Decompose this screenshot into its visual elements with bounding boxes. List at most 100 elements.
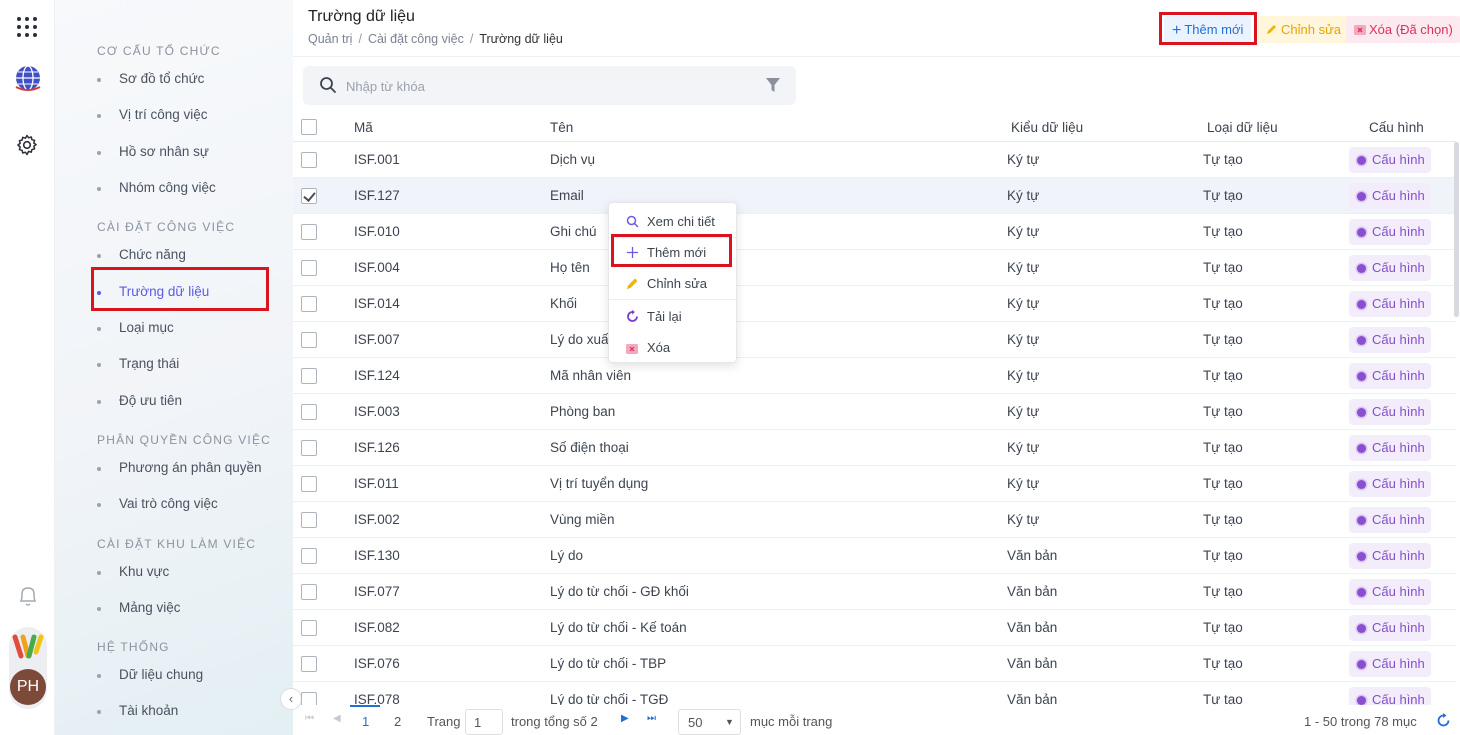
sidebar-item-ho-so-nhan-su[interactable]: Hồ sơ nhân sự (97, 144, 209, 159)
table-row[interactable]: ISF.124 Mã nhân viên Ký tự Tự tạo Cấu hình (293, 358, 1456, 394)
table-row[interactable]: ISF.082 Lý do từ chối - Kế toán Văn bản Tự … (293, 610, 1456, 646)
row-checkbox[interactable] (301, 512, 317, 528)
table-row[interactable]: ISF.001 Dịch vụ Ký tự Tự tạo Cấu hình (293, 142, 1456, 178)
config-button[interactable]: Cấu hình (1349, 615, 1431, 641)
context-menu-reload[interactable]: Tải lại (609, 301, 736, 332)
breadcrumb-item[interactable]: Cài đặt công việc (368, 32, 464, 46)
config-dot-icon (1357, 156, 1366, 165)
table-row[interactable]: ISF.003 Phòng ban Ký tự Tự tạo Cấu hình (293, 394, 1456, 430)
table-row[interactable]: ISF.130 Lý do Văn bản Tự tạo Cấu hình (293, 538, 1456, 574)
config-button[interactable]: Cấu hình (1349, 687, 1431, 705)
config-button[interactable]: Cấu hình (1349, 507, 1431, 533)
row-checkbox[interactable] (301, 620, 317, 636)
first-page-icon[interactable]: ⏮ (305, 713, 314, 724)
app-rail: PH (0, 0, 55, 735)
cell-data-type: Ký tự (1007, 512, 1040, 527)
table-row[interactable]: ISF.010 Ghi chú Ký tự Tự tạo Cấu hình (293, 214, 1456, 250)
sidebar-item-trang-thai[interactable]: Trạng thái (96, 356, 179, 371)
page-number[interactable]: 2 (394, 714, 401, 729)
sidebar-item-chuc-nang[interactable]: Chức năng (97, 247, 186, 262)
table-row[interactable]: ISF.004 Họ tên Ký tự Tự tạo Cấu hình (293, 250, 1456, 286)
sidebar-item-mang-viec[interactable]: Mảng việc (97, 600, 181, 615)
sidebar-item-nhom-cong-viec[interactable]: Nhóm công việc (97, 180, 216, 195)
row-checkbox[interactable] (301, 584, 317, 600)
prev-page-icon[interactable]: ◀ (333, 713, 341, 724)
column-header-name[interactable]: Tên (550, 120, 573, 135)
config-button[interactable]: Cấu hình (1349, 183, 1431, 209)
cell-code: ISF.077 (354, 584, 400, 599)
row-checkbox[interactable] (301, 656, 317, 672)
config-button[interactable]: Cấu hình (1349, 255, 1431, 281)
row-checkbox[interactable] (301, 296, 317, 312)
config-button[interactable]: Cấu hình (1349, 363, 1431, 389)
filter-icon[interactable] (765, 77, 781, 93)
page-header: Trường dữ liệu Quản trị / Cài đặt công việ… (293, 0, 1460, 57)
delete-selected-button[interactable]: Xóa (Đã chọn) (1346, 16, 1460, 43)
row-checkbox[interactable] (301, 548, 317, 564)
config-button[interactable]: Cấu hình (1349, 147, 1431, 173)
row-checkbox[interactable] (301, 152, 317, 168)
page-label: Trang (427, 714, 461, 729)
edit-button[interactable]: Chỉnh sửa (1258, 16, 1350, 43)
page-input[interactable]: 1 (465, 709, 503, 735)
row-checkbox[interactable] (301, 260, 317, 276)
context-menu-edit[interactable]: Chỉnh sửa (609, 268, 736, 299)
select-all-checkbox[interactable] (301, 119, 317, 135)
column-header-data-type[interactable]: Kiểu dữ liệu (1011, 120, 1083, 135)
next-page-icon[interactable]: ▶ (621, 713, 629, 724)
globe-logo-icon[interactable] (13, 63, 43, 93)
search-input[interactable]: Nhập từ khóa (346, 79, 425, 94)
row-checkbox[interactable] (301, 332, 317, 348)
sidebar-item-khu-vuc[interactable]: Khu vực (96, 564, 169, 579)
column-header-code[interactable]: Mã (354, 120, 373, 135)
table-row[interactable]: ISF.076 Lý do từ chối - TBP Văn bản Tự tạo C… (293, 646, 1456, 682)
context-menu-delete[interactable]: Xóa (609, 332, 736, 363)
config-button[interactable]: Cấu hình (1349, 291, 1431, 317)
sidebar-item-so-do-to-chuc[interactable]: Sơ đồ tổ chức (96, 71, 204, 86)
settings-gear-icon[interactable] (15, 133, 39, 157)
sidebar-item-vi-tri-cong-viec[interactable]: Vị trí công việc (97, 107, 208, 122)
config-button[interactable]: Cấu hình (1349, 399, 1431, 425)
sidebar-item-tai-khoan[interactable]: Tài khoản (96, 703, 178, 718)
sidebar-item-du-lieu-chung[interactable]: Dữ liệu chung (96, 667, 203, 682)
notification-bell-icon[interactable] (17, 584, 39, 608)
table-row[interactable]: ISF.078 Lý do từ chối - TGĐ Văn bản Tự tạo C… (293, 682, 1456, 705)
config-button[interactable]: Cấu hình (1349, 219, 1431, 245)
config-button[interactable]: Cấu hình (1349, 471, 1431, 497)
sidebar-item-loai-muc[interactable]: Loại mục (97, 320, 174, 335)
row-checkbox[interactable] (301, 476, 317, 492)
sidebar-item-vai-tro-cong-viec[interactable]: Vai trò công việc (97, 496, 218, 511)
refresh-icon[interactable] (1436, 713, 1451, 728)
row-checkbox[interactable] (301, 368, 317, 384)
config-dot-icon (1357, 228, 1366, 237)
config-button[interactable]: Cấu hình (1349, 327, 1431, 353)
table-row[interactable]: ISF.014 Khối Ký tự Tự tạo Cấu hình (293, 286, 1456, 322)
config-button[interactable]: Cấu hình (1349, 579, 1431, 605)
breadcrumb-item[interactable]: Quản trị (308, 32, 352, 46)
context-menu-view-detail[interactable]: Xem chi tiết (609, 206, 736, 237)
table-row[interactable]: ISF.077 Lý do từ chối - GĐ khối Văn bản Tự … (293, 574, 1456, 610)
sidebar-item-phuong-an-phan-quyen[interactable]: Phương án phân quyền (97, 460, 262, 475)
apps-grid-icon[interactable] (17, 17, 37, 37)
last-page-icon[interactable]: ⏭ (647, 713, 656, 724)
row-checkbox[interactable] (301, 224, 317, 240)
sidebar-item-do-uu-tien[interactable]: Độ ưu tiên (96, 393, 182, 408)
row-checkbox[interactable] (301, 188, 317, 204)
config-button[interactable]: Cấu hình (1349, 435, 1431, 461)
table-scrollbar[interactable] (1454, 142, 1459, 317)
column-header-data-kind[interactable]: Loại dữ liệu (1207, 120, 1278, 135)
table-row[interactable]: ISF.002 Vùng miền Ký tự Tự tạo Cấu hình (293, 502, 1456, 538)
table-row[interactable]: ISF.011 Vị trí tuyển dụng Ký tự Tự tạo Cấu h… (293, 466, 1456, 502)
avatar[interactable]: PH (10, 669, 46, 705)
page-number-active[interactable]: 1 (362, 714, 369, 729)
page-size-select[interactable]: 50 ▼ (678, 709, 741, 735)
row-checkbox[interactable] (301, 404, 317, 420)
row-checkbox[interactable] (301, 692, 317, 705)
table-row[interactable]: ISF.127 Email Ký tự Tự tạo Cấu hình (293, 178, 1456, 214)
config-button[interactable]: Cấu hình (1349, 651, 1431, 677)
cell-name: Số điện thoại (550, 440, 629, 455)
config-button[interactable]: Cấu hình (1349, 543, 1431, 569)
table-row[interactable]: ISF.126 Số điện thoại Ký tự Tự tạo Cấu hình (293, 430, 1456, 466)
table-row[interactable]: ISF.007 Lý do xuất Ký tự Tự tạo Cấu hình (293, 322, 1456, 358)
row-checkbox[interactable] (301, 440, 317, 456)
